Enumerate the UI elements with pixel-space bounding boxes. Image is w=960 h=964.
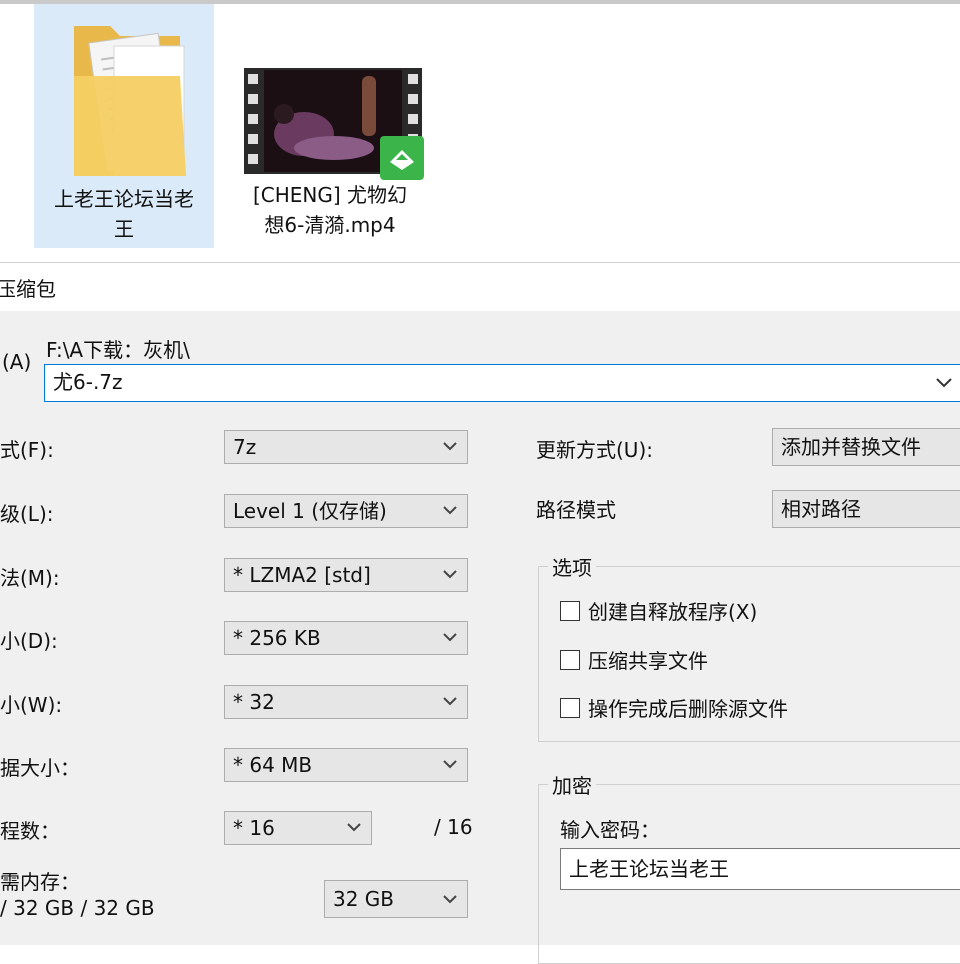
chevron-down-icon bbox=[443, 442, 457, 451]
update-mode-label: 更新方式(U): bbox=[536, 438, 653, 462]
delete-after-label: 操作完成后删除源文件 bbox=[588, 697, 788, 721]
chevron-down-icon bbox=[443, 506, 457, 515]
explorer-pane: 上老王论坛当老 王 [CHENG] 尤物幻 想6-清漪.mp4 bbox=[0, 0, 960, 262]
archive-name-combo[interactable]: 尤6-.7z bbox=[44, 364, 960, 402]
solid-block-value: * 64 MB bbox=[233, 753, 313, 777]
memory-value: 32 GB bbox=[333, 887, 395, 911]
memory-label: 需内存： bbox=[0, 870, 80, 894]
memory-select[interactable]: 32 GB bbox=[324, 880, 468, 918]
method-select[interactable]: * LZMA2 [std] bbox=[224, 558, 468, 592]
threads-max: / 16 bbox=[434, 815, 473, 839]
solid-block-select[interactable]: * 64 MB bbox=[224, 748, 468, 782]
sfx-label: 创建自释放程序(X) bbox=[588, 600, 758, 624]
format-value: 7z bbox=[233, 435, 257, 459]
path-mode-select[interactable]: 相对路径 bbox=[772, 490, 960, 528]
dictionary-select[interactable]: * 256 KB bbox=[224, 621, 468, 655]
word-size-value: * 32 bbox=[233, 690, 275, 714]
checkbox-box[interactable] bbox=[560, 649, 580, 670]
file-item-folder[interactable]: 上老王论坛当老 王 bbox=[34, 4, 214, 248]
archive-label: (A) bbox=[2, 350, 32, 374]
format-label: 式(F): bbox=[0, 438, 54, 462]
chevron-down-icon[interactable] bbox=[935, 377, 953, 389]
level-select[interactable]: Level 1 (仅存储) bbox=[224, 494, 468, 528]
chevron-down-icon bbox=[443, 697, 457, 706]
threads-label: 程数： bbox=[0, 819, 60, 843]
file-name-line2: 想6-清漪.mp4 bbox=[264, 213, 396, 237]
word-size-select[interactable]: * 32 bbox=[224, 685, 468, 719]
update-mode-select[interactable]: 添加并替换文件 bbox=[772, 428, 960, 466]
update-mode-value: 添加并替换文件 bbox=[781, 435, 921, 459]
dictionary-value: * 256 KB bbox=[233, 626, 321, 650]
encryption-title: 加密 bbox=[548, 770, 596, 799]
memory-detail: / 32 GB / 32 GB bbox=[0, 896, 155, 920]
sfx-checkbox[interactable]: 创建自释放程序(X) bbox=[560, 596, 757, 625]
dialog-title: 压缩包 bbox=[0, 277, 56, 301]
folder-icon bbox=[70, 16, 190, 177]
file-name-line2: 王 bbox=[114, 217, 134, 241]
path-mode-value: 相对路径 bbox=[781, 497, 861, 521]
options-title: 选项 bbox=[548, 552, 596, 581]
dialog-title-bar: 压缩包 bbox=[0, 262, 960, 311]
chevron-down-icon bbox=[443, 760, 457, 769]
dictionary-label: 小(D): bbox=[0, 629, 58, 653]
threads-select[interactable]: * 16 bbox=[224, 811, 372, 845]
method-value: * LZMA2 [std] bbox=[233, 563, 371, 587]
method-label: 法(M): bbox=[0, 566, 60, 590]
delete-after-checkbox[interactable]: 操作完成后删除源文件 bbox=[560, 693, 788, 722]
chevron-down-icon bbox=[443, 895, 457, 904]
compress-shared-label: 压缩共享文件 bbox=[588, 649, 708, 673]
app-badge-icon bbox=[380, 136, 424, 180]
archive-name-value: 尤6-.7z bbox=[53, 370, 123, 394]
file-item-video[interactable]: [CHENG] 尤物幻 想6-清漪.mp4 bbox=[240, 4, 424, 248]
chevron-down-icon bbox=[443, 633, 457, 642]
level-label: 级(L): bbox=[0, 502, 54, 526]
path-mode-label: 路径模式 bbox=[536, 498, 616, 522]
password-label: 输入密码： bbox=[560, 818, 660, 842]
level-value: Level 1 (仅存储) bbox=[233, 499, 387, 523]
format-select[interactable]: 7z bbox=[224, 430, 468, 464]
compress-shared-checkbox[interactable]: 压缩共享文件 bbox=[560, 645, 708, 674]
solid-block-label: 据大小： bbox=[0, 756, 80, 780]
chevron-down-icon bbox=[443, 570, 457, 579]
archive-path: F:\A下载：灰机\ bbox=[46, 338, 190, 362]
chevron-down-icon bbox=[347, 823, 361, 832]
word-size-label: 小(W): bbox=[0, 693, 63, 717]
password-value: 上老王论坛当老王 bbox=[569, 857, 729, 881]
checkbox-box[interactable] bbox=[560, 600, 580, 621]
file-name-line1: 上老王论坛当老 bbox=[54, 187, 194, 211]
checkbox-box[interactable] bbox=[560, 697, 580, 718]
threads-value: * 16 bbox=[233, 816, 275, 840]
file-name-line1: [CHENG] 尤物幻 bbox=[252, 183, 408, 207]
password-input[interactable]: 上老王论坛当老王 bbox=[560, 848, 960, 890]
